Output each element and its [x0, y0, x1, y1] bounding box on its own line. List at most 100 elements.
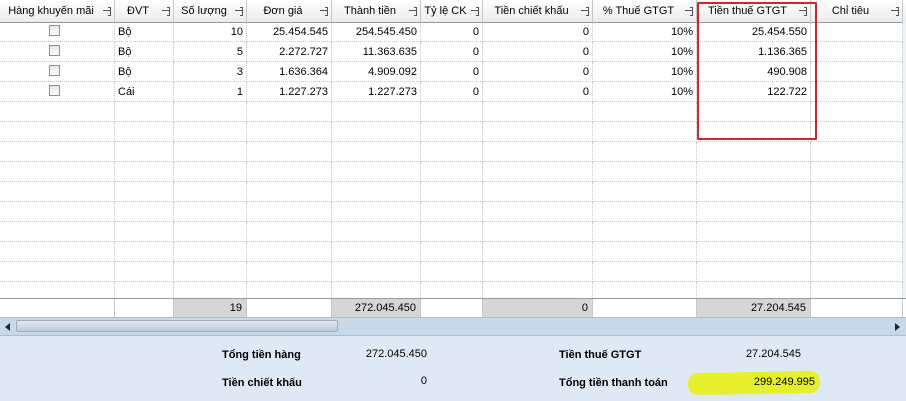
cell-target[interactable]	[811, 82, 903, 102]
pin-icon[interactable]	[581, 6, 589, 16]
cell-qty[interactable]	[174, 122, 247, 142]
cell-qty[interactable]	[174, 202, 247, 222]
cell-target[interactable]	[811, 182, 903, 202]
cell-promo[interactable]	[0, 202, 115, 222]
cell-price[interactable]	[247, 242, 332, 262]
cell-unit[interactable]	[115, 182, 174, 202]
cell-amount[interactable]: 11.363.635	[332, 42, 421, 62]
scroll-left-arrow-icon[interactable]	[5, 323, 10, 331]
column-header-unit[interactable]: ĐVT	[115, 0, 174, 22]
cell-unit[interactable]: Bộ	[115, 42, 174, 62]
cell-promo[interactable]	[0, 242, 115, 262]
pin-icon[interactable]	[891, 6, 899, 16]
cell-disc-amount[interactable]	[483, 262, 593, 282]
cell-price[interactable]	[247, 262, 332, 282]
cell-promo[interactable]	[0, 22, 115, 42]
cell-amount[interactable]	[332, 102, 421, 122]
cell-vat-amount[interactable]	[697, 182, 811, 202]
cell-promo[interactable]	[0, 42, 115, 62]
cell-qty[interactable]	[174, 162, 247, 182]
cell-promo[interactable]	[0, 102, 115, 122]
column-header-amount[interactable]: Thành tiền	[332, 0, 421, 22]
cell-amount[interactable]	[332, 162, 421, 182]
cell-disc-rate[interactable]	[421, 102, 483, 122]
cell-qty[interactable]	[174, 102, 247, 122]
cell-qty[interactable]: 10	[174, 22, 247, 42]
cell-price[interactable]	[247, 222, 332, 242]
cell-disc-rate[interactable]: 0	[421, 82, 483, 102]
cell-disc-amount[interactable]: 0	[483, 82, 593, 102]
cell-vat-rate[interactable]	[593, 202, 697, 222]
cell-target[interactable]	[811, 202, 903, 222]
column-header-target[interactable]: Chỉ tiêu	[811, 0, 903, 22]
cell-promo[interactable]	[0, 122, 115, 142]
cell-price[interactable]	[247, 122, 332, 142]
cell-target[interactable]	[811, 42, 903, 62]
cell-vat-rate[interactable]	[593, 182, 697, 202]
cell-target[interactable]	[811, 22, 903, 42]
cell-qty[interactable]: 1	[174, 82, 247, 102]
cell-amount[interactable]	[332, 262, 421, 282]
cell-target[interactable]	[811, 222, 903, 242]
cell-disc-amount[interactable]: 0	[483, 22, 593, 42]
cell-promo[interactable]	[0, 222, 115, 242]
cell-vat-rate[interactable]	[593, 102, 697, 122]
horizontal-scrollbar[interactable]	[0, 317, 906, 335]
cell-qty[interactable]	[174, 182, 247, 202]
cell-unit[interactable]	[115, 242, 174, 262]
cell-target[interactable]	[811, 262, 903, 282]
cell-vat-rate[interactable]	[593, 262, 697, 282]
cell-disc-rate[interactable]	[421, 222, 483, 242]
cell-disc-rate[interactable]: 0	[421, 42, 483, 62]
cell-unit[interactable]	[115, 102, 174, 122]
cell-price[interactable]	[247, 142, 332, 162]
cell-vat-rate[interactable]: 10%	[593, 62, 697, 82]
column-header-disc-rate[interactable]: Tỷ lệ CK	[421, 0, 483, 22]
empty-row[interactable]	[0, 222, 906, 242]
cell-vat-rate[interactable]	[593, 242, 697, 262]
pin-icon[interactable]	[103, 6, 111, 16]
cell-qty[interactable]: 5	[174, 42, 247, 62]
cell-target[interactable]	[811, 242, 903, 262]
cell-unit[interactable]	[115, 122, 174, 142]
cell-disc-amount[interactable]	[483, 162, 593, 182]
cell-promo[interactable]	[0, 142, 115, 162]
cell-amount[interactable]	[332, 182, 421, 202]
cell-unit[interactable]	[115, 142, 174, 162]
promo-checkbox[interactable]	[49, 85, 60, 96]
cell-unit[interactable]	[115, 222, 174, 242]
empty-row[interactable]	[0, 242, 906, 262]
cell-unit[interactable]	[115, 202, 174, 222]
cell-amount[interactable]	[332, 242, 421, 262]
promo-checkbox[interactable]	[49, 65, 60, 76]
cell-vat-rate[interactable]	[593, 142, 697, 162]
empty-row[interactable]	[0, 162, 906, 182]
cell-amount[interactable]: 1.227.273	[332, 82, 421, 102]
cell-target[interactable]	[811, 162, 903, 182]
pin-icon[interactable]	[685, 6, 693, 16]
cell-vat-rate[interactable]	[593, 162, 697, 182]
cell-promo[interactable]	[0, 262, 115, 282]
cell-disc-rate[interactable]	[421, 142, 483, 162]
cell-qty[interactable]	[174, 142, 247, 162]
cell-unit[interactable]: Bộ	[115, 62, 174, 82]
cell-target[interactable]	[811, 122, 903, 142]
cell-promo[interactable]	[0, 162, 115, 182]
cell-disc-rate[interactable]	[421, 242, 483, 262]
empty-row[interactable]	[0, 142, 906, 162]
cell-price[interactable]	[247, 102, 332, 122]
column-header-disc-amount[interactable]: Tiền chiết khấu	[483, 0, 593, 22]
promo-checkbox[interactable]	[49, 25, 60, 36]
cell-amount[interactable]	[332, 142, 421, 162]
cell-disc-amount[interactable]	[483, 102, 593, 122]
column-header-qty[interactable]: Số lượng	[174, 0, 247, 22]
cell-disc-rate[interactable]	[421, 202, 483, 222]
column-header-promo[interactable]: Hàng khuyến mãi	[0, 0, 115, 22]
cell-vat-amount[interactable]	[697, 222, 811, 242]
empty-row[interactable]	[0, 262, 906, 282]
cell-vat-rate[interactable]	[593, 222, 697, 242]
cell-promo[interactable]	[0, 182, 115, 202]
cell-qty[interactable]: 3	[174, 62, 247, 82]
cell-disc-rate[interactable]	[421, 262, 483, 282]
cell-price[interactable]	[247, 202, 332, 222]
